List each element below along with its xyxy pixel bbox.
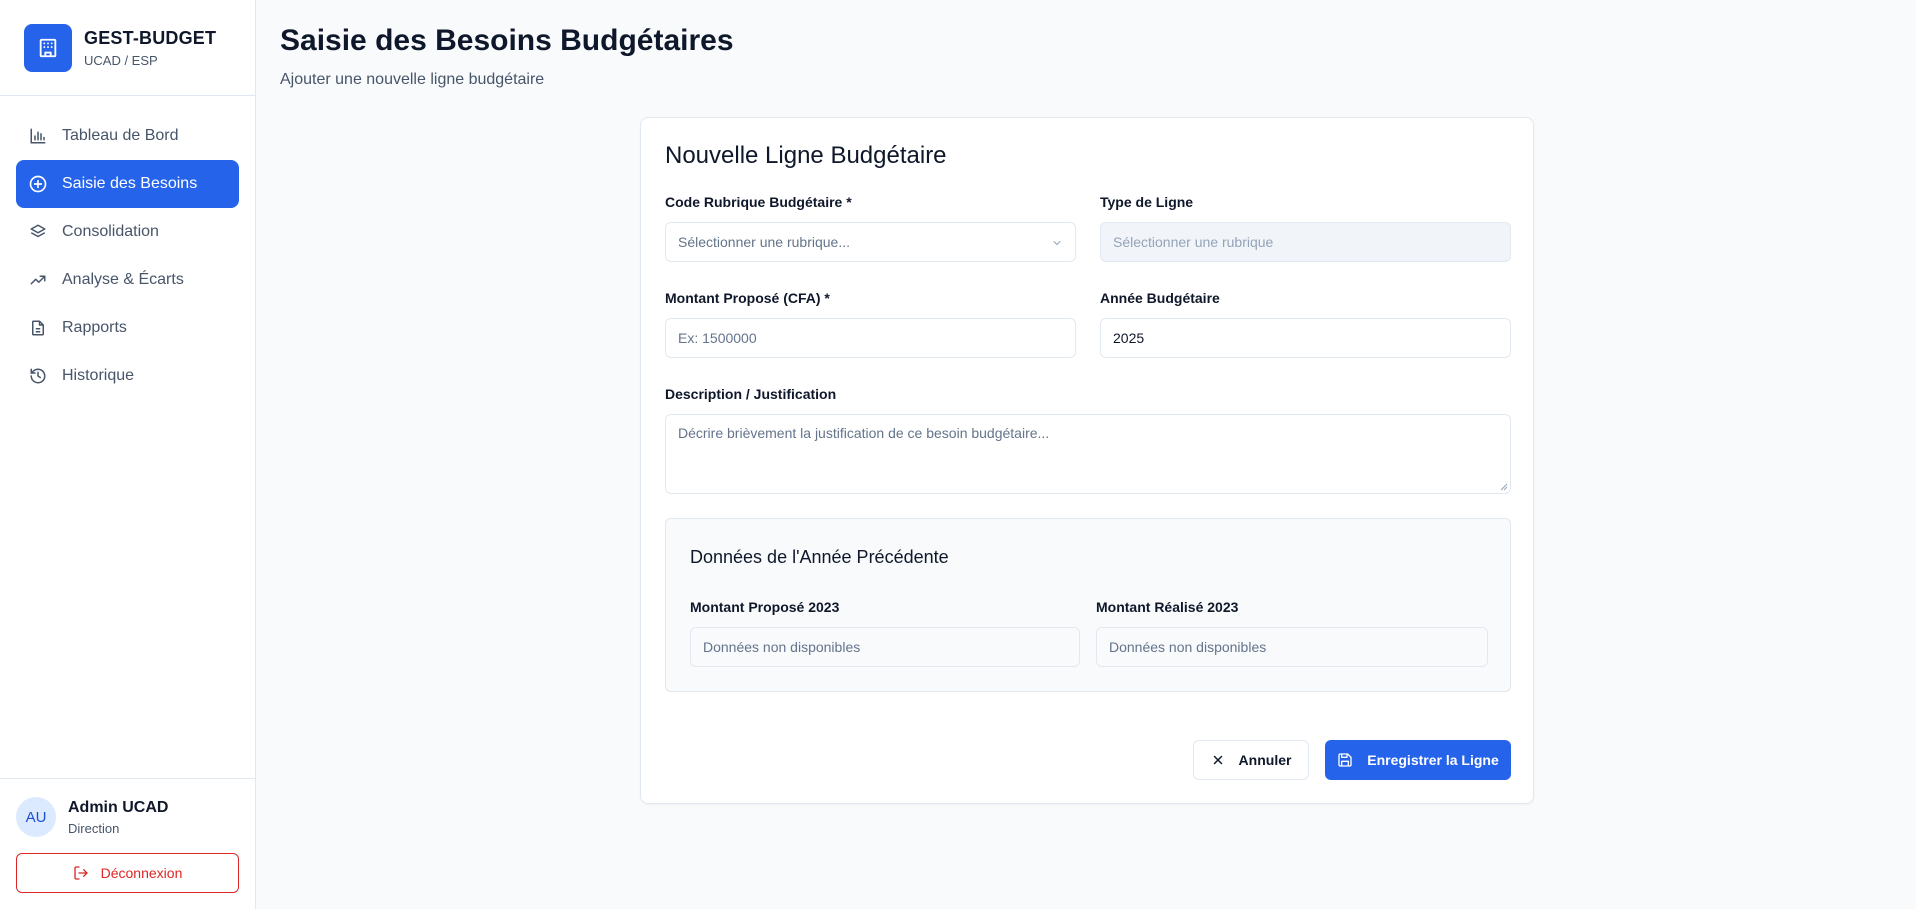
cancel-label: Annuler xyxy=(1238,752,1292,768)
bar-chart-icon xyxy=(28,126,48,146)
user-info: AU Admin UCAD Direction xyxy=(16,797,239,837)
realise-2023-label: Montant Réalisé 2023 xyxy=(1096,599,1239,615)
sidebar-nav: Tableau de Bord Saisie des Besoins Conso… xyxy=(0,96,255,400)
sidebar-item-saisie-des-besoins[interactable]: Saisie des Besoins xyxy=(16,160,239,208)
budget-line-form-card: Nouvelle Ligne Budgétaire Code Rubrique … xyxy=(640,117,1534,804)
annee-value: 2025 xyxy=(1113,330,1145,346)
main-content: Saisie des Besoins Budgétaires Ajouter u… xyxy=(257,0,1916,909)
page-title: Saisie des Besoins Budgétaires xyxy=(280,24,734,57)
rubrique-placeholder: Sélectionner une rubrique... xyxy=(678,234,850,250)
sidebar-item-rapports[interactable]: Rapports xyxy=(16,304,239,352)
avatar: AU xyxy=(16,797,56,837)
trending-up-icon xyxy=(28,270,48,290)
save-icon xyxy=(1337,752,1353,768)
realise-2023-field: Données non disponibles xyxy=(1096,627,1488,667)
sidebar-item-historique[interactable]: Historique xyxy=(16,352,239,400)
rubrique-label: Code Rubrique Budgétaire * xyxy=(665,194,852,210)
logout-button[interactable]: Déconnexion xyxy=(16,853,239,893)
montant-label: Montant Proposé (CFA) * xyxy=(665,290,830,306)
layers-icon xyxy=(28,222,48,242)
sidebar-item-tableau-de-bord[interactable]: Tableau de Bord xyxy=(16,112,239,160)
plus-circle-icon xyxy=(28,174,48,194)
resize-handle-icon xyxy=(1500,483,1508,491)
montant-input[interactable]: Ex: 1500000 xyxy=(665,318,1076,358)
brand-header: GEST-BUDGET UCAD / ESP xyxy=(0,0,255,96)
building-icon xyxy=(24,23,72,72)
type-ligne-field: Sélectionner une rubrique xyxy=(1100,222,1511,262)
user-name: Admin UCAD xyxy=(68,798,169,816)
rubrique-select[interactable]: Sélectionner une rubrique... xyxy=(665,222,1076,262)
brand-subtitle: UCAD / ESP xyxy=(84,52,158,68)
brand-title: GEST-BUDGET xyxy=(84,27,217,48)
annee-label: Année Budgétaire xyxy=(1100,290,1220,306)
sidebar-item-label: Historique xyxy=(62,367,135,384)
previous-year-panel: Données de l'Année Précédente Montant Pr… xyxy=(665,518,1511,692)
propose-2023-label: Montant Proposé 2023 xyxy=(690,599,840,615)
logout-icon xyxy=(73,865,89,881)
description-label: Description / Justification xyxy=(665,386,837,402)
cancel-button[interactable]: Annuler xyxy=(1193,740,1309,780)
propose-2023-field: Données non disponibles xyxy=(690,627,1080,667)
sidebar-item-analyse-ecarts[interactable]: Analyse & Écarts xyxy=(16,256,239,304)
type-ligne-placeholder: Sélectionner une rubrique xyxy=(1113,234,1274,250)
sidebar-item-label: Tableau de Bord xyxy=(62,127,179,144)
file-text-icon xyxy=(28,318,48,338)
previous-year-title: Données de l'Année Précédente xyxy=(690,547,949,567)
annee-input[interactable]: 2025 xyxy=(1100,318,1511,358)
logout-label: Déconnexion xyxy=(100,865,183,881)
user-role: Direction xyxy=(68,820,120,836)
sidebar: GEST-BUDGET UCAD / ESP Tableau de Bord S… xyxy=(0,0,256,909)
save-label: Enregistrer la Ligne xyxy=(1367,752,1499,768)
propose-2023-placeholder: Données non disponibles xyxy=(703,639,861,655)
sidebar-item-label: Rapports xyxy=(62,319,127,336)
form-title: Nouvelle Ligne Budgétaire xyxy=(665,142,947,169)
description-placeholder: Décrire brièvement la justification de c… xyxy=(678,425,1050,441)
sidebar-item-label: Analyse & Écarts xyxy=(62,271,184,288)
sidebar-item-label: Consolidation xyxy=(62,223,159,240)
montant-placeholder: Ex: 1500000 xyxy=(678,330,757,346)
type-ligne-label: Type de Ligne xyxy=(1100,194,1194,210)
page-subtitle: Ajouter une nouvelle ligne budgétaire xyxy=(280,71,545,88)
sidebar-item-consolidation[interactable]: Consolidation xyxy=(16,208,239,256)
history-icon xyxy=(28,366,48,386)
sidebar-item-label: Saisie des Besoins xyxy=(62,175,198,192)
save-button[interactable]: Enregistrer la Ligne xyxy=(1325,740,1511,780)
close-icon xyxy=(1211,753,1225,767)
user-section: AU Admin UCAD Direction Déconnexion xyxy=(0,778,255,909)
description-textarea[interactable]: Décrire brièvement la justification de c… xyxy=(665,414,1511,494)
realise-2023-placeholder: Données non disponibles xyxy=(1109,639,1267,655)
chevron-down-icon xyxy=(1051,236,1063,252)
